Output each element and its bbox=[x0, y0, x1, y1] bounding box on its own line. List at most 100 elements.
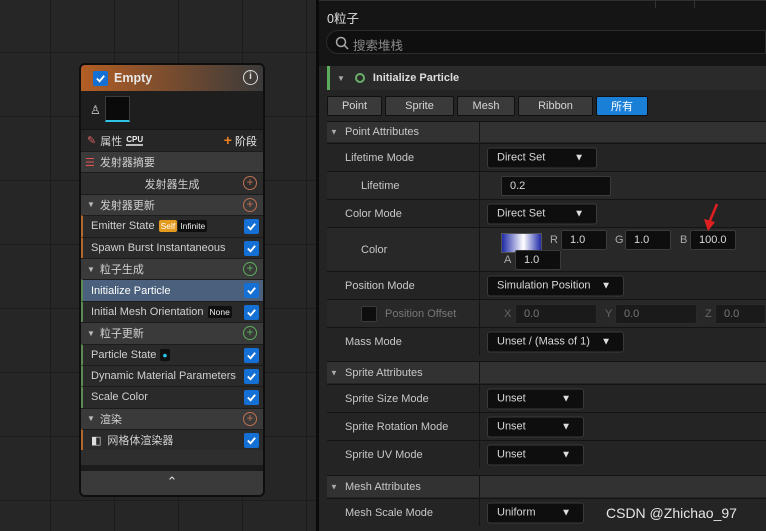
mass-mode-dropdown[interactable]: Unset / (Mass of 1) ▼ bbox=[487, 331, 624, 352]
column-splitter[interactable] bbox=[479, 122, 480, 142]
collapse-triangle-icon[interactable]: ▼ bbox=[337, 74, 345, 83]
tab-all[interactable]: 所有 bbox=[596, 96, 648, 116]
column-splitter[interactable] bbox=[479, 385, 480, 412]
r-input[interactable]: 1.0 bbox=[561, 230, 607, 250]
y-input[interactable]: 0.0 bbox=[615, 303, 697, 324]
module-enabled-checkbox[interactable] bbox=[244, 240, 259, 256]
lifetime-mode-dropdown[interactable]: Direct Set ▼ bbox=[487, 147, 597, 168]
module-enabled-checkbox[interactable] bbox=[244, 347, 259, 363]
info-icon[interactable]: i bbox=[243, 70, 258, 85]
sprite-rotation-mode-dropdown[interactable]: Unset ▼ bbox=[487, 416, 584, 437]
person-icon: ♙ bbox=[90, 103, 101, 117]
module-enabled-checkbox[interactable] bbox=[244, 219, 259, 235]
column-splitter[interactable] bbox=[479, 413, 480, 440]
collapse-triangle-icon[interactable]: ▼ bbox=[87, 265, 95, 274]
y-label: Y bbox=[605, 307, 613, 320]
module-group-header[interactable]: ▼ Initialize Particle bbox=[327, 66, 766, 90]
module-label: Spawn Burst Instantaneous bbox=[91, 241, 226, 254]
add-module-icon[interactable]: + bbox=[243, 197, 257, 212]
emitter-spawn-row[interactable]: 发射器生成 + bbox=[81, 172, 263, 194]
module-enabled-checkbox[interactable] bbox=[244, 283, 259, 299]
tab-sprite[interactable]: Sprite bbox=[385, 96, 454, 116]
column-splitter[interactable] bbox=[479, 441, 480, 468]
sprite-attributes-category[interactable]: ▼ Sprite Attributes bbox=[327, 361, 766, 383]
lifetime-input[interactable]: 0.2 bbox=[501, 175, 611, 196]
add-module-icon[interactable]: + bbox=[243, 176, 257, 191]
column-splitter[interactable] bbox=[479, 272, 480, 299]
collapse-node-button[interactable]: ⌃ bbox=[81, 465, 263, 495]
column-splitter[interactable] bbox=[479, 499, 480, 526]
g-input[interactable]: 1.0 bbox=[625, 230, 671, 250]
module-scale-color[interactable]: Scale Color bbox=[81, 386, 263, 408]
position-offset-checkbox[interactable] bbox=[361, 306, 377, 322]
search-placeholder: 搜索堆栈 bbox=[353, 39, 404, 53]
collapse-triangle-icon[interactable]: ▼ bbox=[330, 482, 338, 491]
property-label: Position Mode bbox=[345, 279, 415, 292]
emitter-update-section[interactable]: ▼ 发射器更新 + bbox=[81, 193, 263, 216]
x-input[interactable]: 0.0 bbox=[515, 303, 597, 324]
collapse-triangle-icon[interactable]: ▼ bbox=[330, 128, 338, 137]
module-emitter-state[interactable]: Emitter State Self Infinite bbox=[81, 215, 263, 237]
check-icon bbox=[247, 351, 256, 360]
add-renderer-icon[interactable]: + bbox=[243, 411, 257, 426]
particle-spawn-section[interactable]: ▼ 粒子生成 + bbox=[81, 257, 263, 280]
module-particle-state[interactable]: Particle State ● bbox=[81, 343, 263, 365]
emitter-node[interactable]: Empty i ♙ ✎ 属性 CPU + 阶段 ☰ 发射器摘要 发射器生成 + ▼ 发… bbox=[79, 63, 265, 497]
collapse-triangle-icon[interactable]: ▼ bbox=[87, 414, 95, 423]
module-mesh-renderer[interactable]: ◧ 网格体渲染器 bbox=[81, 429, 263, 451]
column-splitter[interactable] bbox=[479, 200, 480, 227]
column-splitter[interactable] bbox=[479, 328, 480, 355]
add-module-icon[interactable]: + bbox=[243, 326, 257, 341]
collapse-triangle-icon[interactable]: ▼ bbox=[330, 368, 338, 377]
column-splitter[interactable] bbox=[479, 476, 480, 497]
module-label: Initial Mesh Orientation bbox=[91, 305, 204, 318]
column-splitter[interactable] bbox=[479, 144, 480, 171]
emitter-thumbnail[interactable] bbox=[105, 96, 130, 122]
module-enabled-checkbox[interactable] bbox=[244, 390, 259, 406]
emitter-enabled-checkbox[interactable] bbox=[93, 70, 108, 86]
z-input[interactable]: 0.0 bbox=[715, 303, 766, 324]
chevron-down-icon: ▼ bbox=[601, 280, 611, 291]
position-offset-row: Position Offset X 0.0 Y 0.0 Z 0.0 bbox=[327, 299, 766, 327]
b-input[interactable]: 100.0 bbox=[690, 230, 736, 250]
module-initial-mesh-orientation[interactable]: Initial Mesh Orientation None bbox=[81, 300, 263, 323]
add-stage-button[interactable]: + 阶段 bbox=[224, 132, 257, 149]
column-splitter[interactable] bbox=[479, 362, 480, 383]
properties-label: 属性 bbox=[100, 135, 123, 148]
tab-ribbon[interactable]: Ribbon bbox=[518, 96, 593, 116]
color-mode-dropdown[interactable]: Direct Set ▼ bbox=[487, 203, 597, 224]
stack-search-input[interactable]: 搜索堆栈 bbox=[326, 30, 766, 54]
point-attributes-category[interactable]: ▼ Point Attributes bbox=[327, 121, 766, 142]
properties-row[interactable]: ✎ 属性 CPU + 阶段 bbox=[81, 129, 263, 151]
emitter-summary-row[interactable]: ☰ 发射器摘要 bbox=[81, 151, 263, 173]
collapse-triangle-icon[interactable]: ▼ bbox=[87, 200, 95, 209]
sprite-uv-mode-dropdown[interactable]: Unset ▼ bbox=[487, 444, 584, 465]
attribute-filter-tabs: Point Sprite Mesh Ribbon 所有 bbox=[327, 96, 648, 116]
mesh-attributes-category[interactable]: ▼ Mesh Attributes bbox=[327, 475, 766, 497]
emitter-node-header[interactable]: Empty i bbox=[81, 65, 263, 91]
dropdown-value: Direct Set bbox=[497, 151, 546, 163]
module-enabled-checkbox[interactable] bbox=[244, 304, 259, 320]
column-splitter[interactable] bbox=[479, 228, 480, 271]
tab-mesh[interactable]: Mesh bbox=[457, 96, 515, 116]
z-label: Z bbox=[705, 307, 712, 320]
particle-update-section[interactable]: ▼ 粒子更新 + bbox=[81, 322, 263, 344]
module-spawn-burst[interactable]: Spawn Burst Instantaneous bbox=[81, 236, 263, 258]
column-splitter[interactable] bbox=[479, 172, 480, 199]
module-dynamic-material-parameters[interactable]: Dynamic Material Parameters bbox=[81, 364, 263, 387]
column-splitter[interactable] bbox=[479, 300, 480, 327]
tab-point[interactable]: Point bbox=[327, 96, 382, 116]
add-module-icon[interactable]: + bbox=[243, 261, 257, 276]
module-initialize-particle[interactable]: Initialize Particle bbox=[81, 279, 263, 301]
mesh-scale-mode-dropdown[interactable]: Uniform ▼ bbox=[487, 502, 584, 523]
list-icon: ☰ bbox=[85, 156, 95, 169]
sprite-size-mode-dropdown[interactable]: Unset ▼ bbox=[487, 388, 584, 409]
render-section[interactable]: ▼ 渲染 + bbox=[81, 407, 263, 430]
module-label: Particle State bbox=[91, 348, 157, 361]
module-enabled-checkbox[interactable] bbox=[244, 368, 259, 384]
a-input[interactable]: 1.0 bbox=[515, 250, 561, 270]
position-mode-dropdown[interactable]: Simulation Position ▼ bbox=[487, 275, 624, 296]
module-enabled-checkbox[interactable] bbox=[244, 433, 259, 449]
module-group-title: Initialize Particle bbox=[372, 72, 460, 84]
collapse-triangle-icon[interactable]: ▼ bbox=[87, 329, 95, 338]
